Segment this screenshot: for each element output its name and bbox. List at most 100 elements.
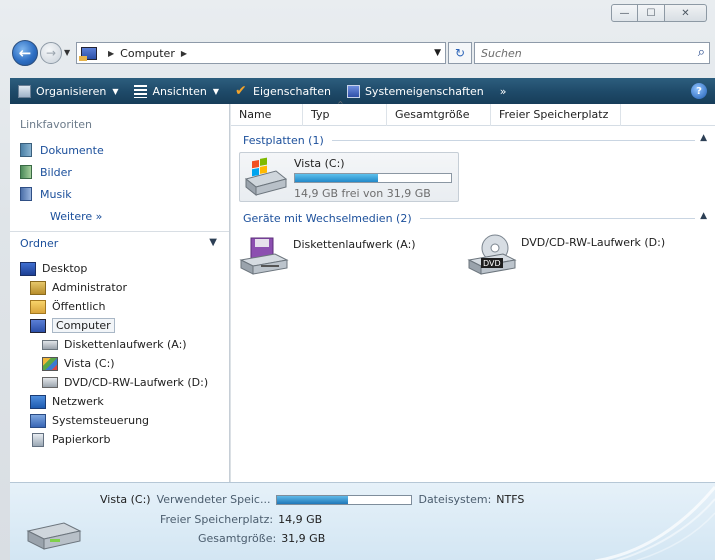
tree-item-floppy[interactable]: Diskettenlaufwerk (A:): [10, 335, 229, 354]
documents-icon: [20, 143, 32, 157]
details-fs-value: NTFS: [496, 493, 525, 506]
views-icon: [134, 84, 148, 98]
breadcrumb-separator-icon[interactable]: ▶: [181, 49, 187, 58]
maximize-button[interactable]: ☐: [638, 4, 665, 22]
tree-item-computer[interactable]: Computer: [10, 316, 229, 335]
details-free-value: 14,9 GB: [278, 513, 323, 526]
details-usage-fill: [277, 495, 349, 504]
dvd-badge: DVD: [483, 259, 501, 268]
navigation-bar: ← → ▼ ▶ Computer ▶ ▼ ↻ Suchen ⌕: [10, 38, 710, 68]
drive-vista-c[interactable]: Vista (C:) 14,9 GB frei von 31,9 GB: [239, 152, 459, 202]
back-button[interactable]: ←: [12, 40, 38, 66]
checkmark-icon: ✔: [235, 82, 247, 99]
search-placeholder: Suchen: [481, 46, 522, 60]
column-free-space[interactable]: Freier Speicherplatz: [491, 103, 621, 126]
computer-icon: [79, 46, 97, 61]
breadcrumb-computer[interactable]: Computer: [120, 47, 175, 60]
computer-icon: [30, 318, 46, 333]
drive-a-name: Diskettenlaufwerk (A:): [293, 238, 416, 251]
search-input[interactable]: Suchen ⌕: [474, 42, 710, 64]
back-arrow-icon: ←: [18, 44, 32, 62]
help-icon: ?: [696, 85, 702, 97]
desktop-icon: [20, 261, 36, 276]
group-header-removable[interactable]: Geräte mit Wechselmedien (2) ▲: [231, 208, 715, 228]
minimize-icon: —: [619, 7, 630, 19]
drive-c-free-text: 14,9 GB frei von 31,9 GB: [294, 187, 431, 200]
favorites-more-link[interactable]: Weitere »: [10, 205, 229, 227]
tree-item-administrator[interactable]: Administrator: [10, 278, 229, 297]
hard-drive-icon: [244, 157, 288, 197]
tree-item-netzwerk[interactable]: Netzwerk: [10, 392, 229, 411]
tree-item-oeffentlich[interactable]: Öffentlich: [10, 297, 229, 316]
favorite-bilder[interactable]: Bilder: [10, 161, 229, 183]
minimize-button[interactable]: —: [611, 4, 638, 22]
toolbar-overflow-button[interactable]: »: [500, 85, 507, 98]
details-usage-bar: [276, 494, 413, 505]
tree-item-vista-c[interactable]: Vista (C:): [10, 354, 229, 373]
system-properties-icon: [346, 84, 360, 98]
column-type[interactable]: Typ: [303, 100, 387, 126]
caption-buttons: — ☐ ✕: [611, 4, 707, 22]
properties-button[interactable]: ✔ Eigenschaften: [235, 82, 331, 99]
details-pane: Vista (C:) Verwendeter Speic... Dateisys…: [10, 482, 715, 560]
tree-item-dvd-d[interactable]: DVD/CD-RW-Laufwerk (D:): [10, 373, 229, 392]
details-used-label: Verwendeter Speic...: [156, 493, 271, 506]
hard-drive-icon: [26, 522, 82, 550]
tree-item-systemsteuerung[interactable]: Systemsteuerung: [10, 411, 229, 430]
hard-drive-icon: [42, 356, 58, 371]
tree-item-desktop[interactable]: Desktop: [10, 259, 229, 278]
details-fs-label: Dateisystem:: [418, 493, 492, 506]
maximize-icon: ☐: [646, 7, 656, 19]
chevron-up-icon[interactable]: ▲: [700, 211, 707, 221]
details-drive-name: Vista (C:): [100, 493, 151, 506]
recent-pages-dropdown[interactable]: ▼: [64, 48, 70, 57]
chevron-down-icon: ▼: [112, 86, 119, 96]
details-total-label: Gesamtgröße:: [198, 532, 277, 545]
search-icon[interactable]: ⌕: [698, 45, 705, 60]
recycle-bin-icon: [32, 432, 44, 447]
refresh-icon: ↻: [454, 46, 466, 60]
address-bar[interactable]: ▶ Computer ▶ ▼: [76, 42, 446, 64]
drive-d-name: DVD/CD-RW-Laufwerk (D:): [521, 236, 666, 249]
breadcrumb-separator-icon[interactable]: ▶: [108, 49, 114, 58]
music-icon: [20, 187, 32, 201]
favorites-header: Linkfavoriten: [20, 118, 93, 131]
organize-button[interactable]: Organisieren ▼: [18, 84, 119, 98]
chevron-up-icon[interactable]: ▲: [700, 133, 707, 143]
details-free-label: Freier Speicherplatz:: [160, 513, 274, 526]
organize-icon: [18, 84, 31, 98]
favorite-dokumente[interactable]: Dokumente: [10, 139, 229, 161]
navigation-pane: Linkfavoriten Dokumente Bilder Musik Wei…: [10, 104, 230, 482]
folder-icon: [30, 299, 46, 314]
favorite-musik[interactable]: Musik: [10, 183, 229, 205]
refresh-button[interactable]: ↻: [448, 42, 472, 64]
group-divider: [331, 139, 695, 141]
drive-dvd-d[interactable]: DVD DVD/CD-RW-Laufwerk (D:): [467, 232, 665, 278]
views-button[interactable]: Ansichten ▼: [134, 84, 219, 98]
drive-c-usage-bar: [294, 173, 452, 183]
address-dropdown-icon[interactable]: ▼: [434, 48, 441, 58]
dvd-drive-icon: [42, 377, 58, 388]
drive-c-usage-fill: [295, 174, 378, 182]
floppy-drive-icon: [42, 339, 58, 350]
content-pane: Name Typ Gesamtgröße Freier Speicherplat…: [231, 100, 715, 482]
help-button[interactable]: ?: [691, 83, 707, 99]
details-decoration: [595, 486, 715, 560]
forward-button[interactable]: →: [40, 42, 62, 64]
dvd-drive-icon: DVD: [467, 234, 517, 275]
user-folder-icon: [30, 280, 46, 295]
close-button[interactable]: ✕: [665, 4, 707, 22]
details-total-value: 31,9 GB: [281, 532, 326, 545]
group-header-hard-disks[interactable]: Festplatten (1) ▲: [231, 130, 715, 150]
pictures-icon: [20, 165, 32, 179]
network-icon: [30, 394, 46, 409]
folders-header[interactable]: Ordner ▼: [10, 231, 229, 255]
system-properties-button[interactable]: Systemeigenschaften: [346, 84, 484, 98]
tree-item-papierkorb[interactable]: Papierkorb: [10, 430, 229, 449]
folder-tree: Desktop Administrator Öffentlich Compute…: [10, 255, 229, 449]
drive-floppy-a[interactable]: Diskettenlaufwerk (A:): [239, 234, 416, 278]
close-icon: ✕: [681, 7, 690, 19]
chevron-down-icon: ▼: [209, 237, 217, 248]
column-name[interactable]: Name: [231, 103, 303, 126]
column-total-size[interactable]: Gesamtgröße: [387, 103, 491, 126]
